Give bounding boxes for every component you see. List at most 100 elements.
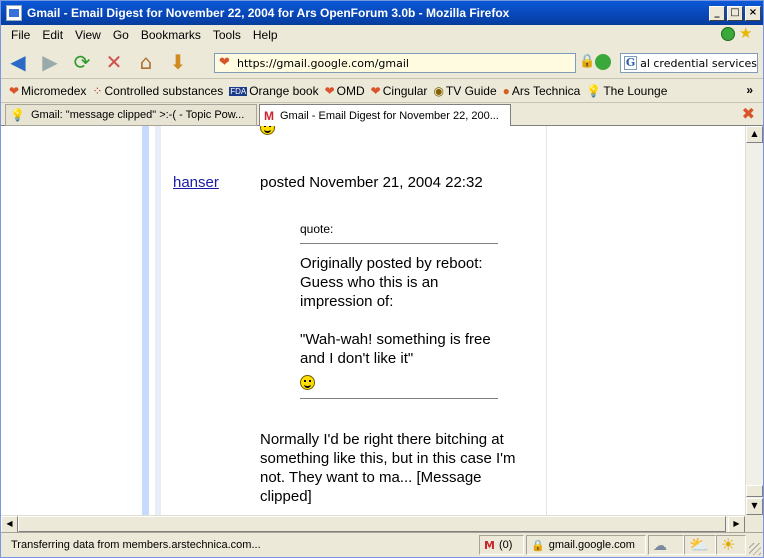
weather-cell[interactable]: ⛅	[684, 535, 716, 555]
status-bar: Transferring data from members.arstechni…	[1, 532, 763, 557]
bookmark-micromedex[interactable]: ❤ Micromedex	[9, 84, 86, 98]
firefox-window-icon	[6, 5, 22, 21]
search-value[interactable]: al credential services	[640, 57, 757, 70]
tab-label: Gmail - Email Digest for November 22, 20…	[280, 109, 499, 122]
bookmark-the-lounge[interactable]: 💡 The Lounge	[586, 84, 667, 98]
close-button[interactable]: ×	[745, 5, 761, 21]
gmail-icon: M	[264, 108, 274, 123]
heart-icon: ❤	[9, 84, 20, 98]
navigation-toolbar: ◀ ▶ ⟳ ✕ ⌂ ⬇ ❤ https://gmail.google.com/g…	[1, 45, 763, 79]
post-line: not. They want to ma... [Message	[260, 469, 482, 486]
mail-count: (0)	[498, 539, 513, 551]
window-title: Gmail - Email Digest for November 22, 20…	[27, 6, 510, 20]
bookmarks-overflow-chevron-icon[interactable]: »	[746, 83, 753, 97]
security-host-cell[interactable]: 🔒 gmail.google.com	[526, 535, 646, 555]
secure-host: gmail.google.com	[548, 539, 635, 551]
maximize-button[interactable]: □	[727, 5, 743, 21]
google-search-icon[interactable]: G	[624, 56, 638, 70]
cloud-icon: ☁	[653, 536, 667, 553]
tab-message-clipped[interactable]: 💡 Gmail: "message clipped" >:-( - Topic …	[5, 104, 257, 126]
partly-sunny-icon: ⛅	[689, 537, 709, 554]
scroll-right-button[interactable]: ▶	[728, 516, 745, 533]
title-bar: Gmail - Email Digest for November 22, 20…	[1, 1, 763, 25]
scrollbar-corner	[745, 515, 763, 532]
menu-file[interactable]: File	[1, 28, 36, 42]
bookmarks-toolbar: ❤ Micromedex ⁘ Controlled substances FDA Or…	[1, 80, 763, 102]
post-body: Normally I'd be right there bitching at …	[260, 430, 530, 506]
status-text: Transferring data from members.arstechni…	[11, 539, 261, 551]
download-button[interactable]: ⬇	[163, 48, 193, 76]
tab-email-digest[interactable]: M Gmail - Email Digest for November 22, …	[259, 104, 511, 126]
scroll-left-button[interactable]: ◀	[1, 516, 18, 533]
quote-label: quote:	[300, 222, 334, 236]
post-line: Normally I'd be right there bitching at	[260, 431, 504, 448]
close-tab-icon[interactable]: ✖	[742, 106, 755, 122]
menu-help[interactable]: Help	[247, 28, 284, 42]
quote-line: and I don't like it"	[300, 350, 414, 367]
smiley-icon	[300, 375, 315, 390]
vertical-scrollbar[interactable]: ▲ ▼	[745, 126, 763, 515]
quote-divider-bottom	[300, 398, 498, 399]
resize-grip[interactable]	[749, 543, 761, 555]
forward-button[interactable]: ▶	[35, 48, 65, 76]
star-icon[interactable]: ★	[739, 26, 755, 43]
gmail-notifier[interactable]: M (0)	[479, 535, 524, 555]
tv-icon: ◉	[433, 84, 444, 98]
bookmark-controlled-substances[interactable]: ⁘ Controlled substances	[92, 84, 223, 98]
lock-icon[interactable]: 🔒	[579, 54, 595, 69]
post-timestamp: posted November 21, 2004 22:32	[260, 174, 483, 191]
bookmark-omd[interactable]: ❤ OMD	[325, 84, 365, 98]
vertical-scroll-thumb[interactable]	[746, 485, 763, 497]
bookmark-cingular[interactable]: ❤ Cingular	[371, 84, 428, 98]
search-input[interactable]: G al credential services	[620, 53, 758, 73]
lock-icon: 🔒	[531, 539, 545, 552]
home-button[interactable]: ⌂	[131, 48, 161, 76]
ars-icon: ●	[502, 84, 510, 98]
fda-icon: FDA	[229, 86, 248, 96]
horizontal-scrollbar[interactable]: ◀ ▶	[1, 515, 745, 533]
scroll-down-button[interactable]: ▼	[746, 498, 763, 515]
post-line: something like this, but in this case I'…	[260, 450, 516, 467]
quote-line: Guess who this is an	[300, 274, 439, 291]
bulb-icon: 💡	[586, 84, 602, 98]
weather-cell[interactable]: ☀	[716, 535, 746, 555]
site-favicon-icon: ❤	[219, 55, 230, 70]
quote-line: Originally posted by reboot:	[300, 255, 483, 272]
bulb-icon: 💡	[10, 108, 25, 122]
stop-button[interactable]: ✕	[99, 48, 129, 76]
menu-view[interactable]: View	[69, 28, 107, 42]
browser-window: Gmail - Email Digest for November 22, 20…	[0, 0, 764, 558]
menu-go[interactable]: Go	[107, 28, 135, 42]
weather-cell[interactable]: ☁	[648, 535, 684, 555]
quote-divider-top	[300, 243, 498, 244]
tab-bar: 💡 Gmail: "message clipped" >:-( - Topic …	[1, 102, 763, 126]
url-text[interactable]: https://gmail.google.com/gmail	[237, 57, 409, 70]
minimize-button[interactable]: _	[709, 5, 725, 21]
bookmark-tv-guide[interactable]: ◉ TV Guide	[433, 84, 496, 98]
back-button[interactable]: ◀	[3, 48, 33, 76]
gmail-icon: M	[484, 538, 495, 552]
sun-icon: ☀	[721, 537, 736, 554]
menu-edit[interactable]: Edit	[36, 28, 69, 42]
horizontal-scroll-thumb[interactable]	[18, 516, 726, 532]
menu-tools[interactable]: Tools	[207, 28, 247, 42]
heart-icon: ❤	[370, 84, 381, 98]
url-bar[interactable]: ❤ https://gmail.google.com/gmail	[214, 53, 576, 73]
reload-button[interactable]: ⟳	[67, 48, 97, 76]
scroll-up-button[interactable]: ▲	[746, 126, 763, 143]
go-button[interactable]	[595, 54, 611, 70]
post-line: clipped]	[260, 488, 312, 505]
pill-icon: ⁘	[92, 84, 103, 98]
post-author-link[interactable]: hanser	[173, 174, 219, 191]
thread-gutter	[142, 126, 149, 515]
heart-icon: ❤	[324, 84, 335, 98]
menu-bookmarks[interactable]: Bookmarks	[135, 28, 207, 42]
column-divider	[546, 126, 547, 515]
quote-line: impression of:	[300, 293, 394, 310]
bookmark-ars-technica[interactable]: ● Ars Technica	[503, 84, 581, 98]
bookmark-orange-book[interactable]: FDA Orange book	[229, 84, 319, 98]
update-icon[interactable]	[721, 27, 735, 41]
quote-block: quote: Originally posted by reboot: Gues…	[300, 222, 498, 399]
menu-bar: File Edit View Go Bookmarks Tools Help ★	[1, 25, 763, 45]
page-content: hanser posted November 21, 2004 22:32 qu…	[1, 126, 745, 515]
